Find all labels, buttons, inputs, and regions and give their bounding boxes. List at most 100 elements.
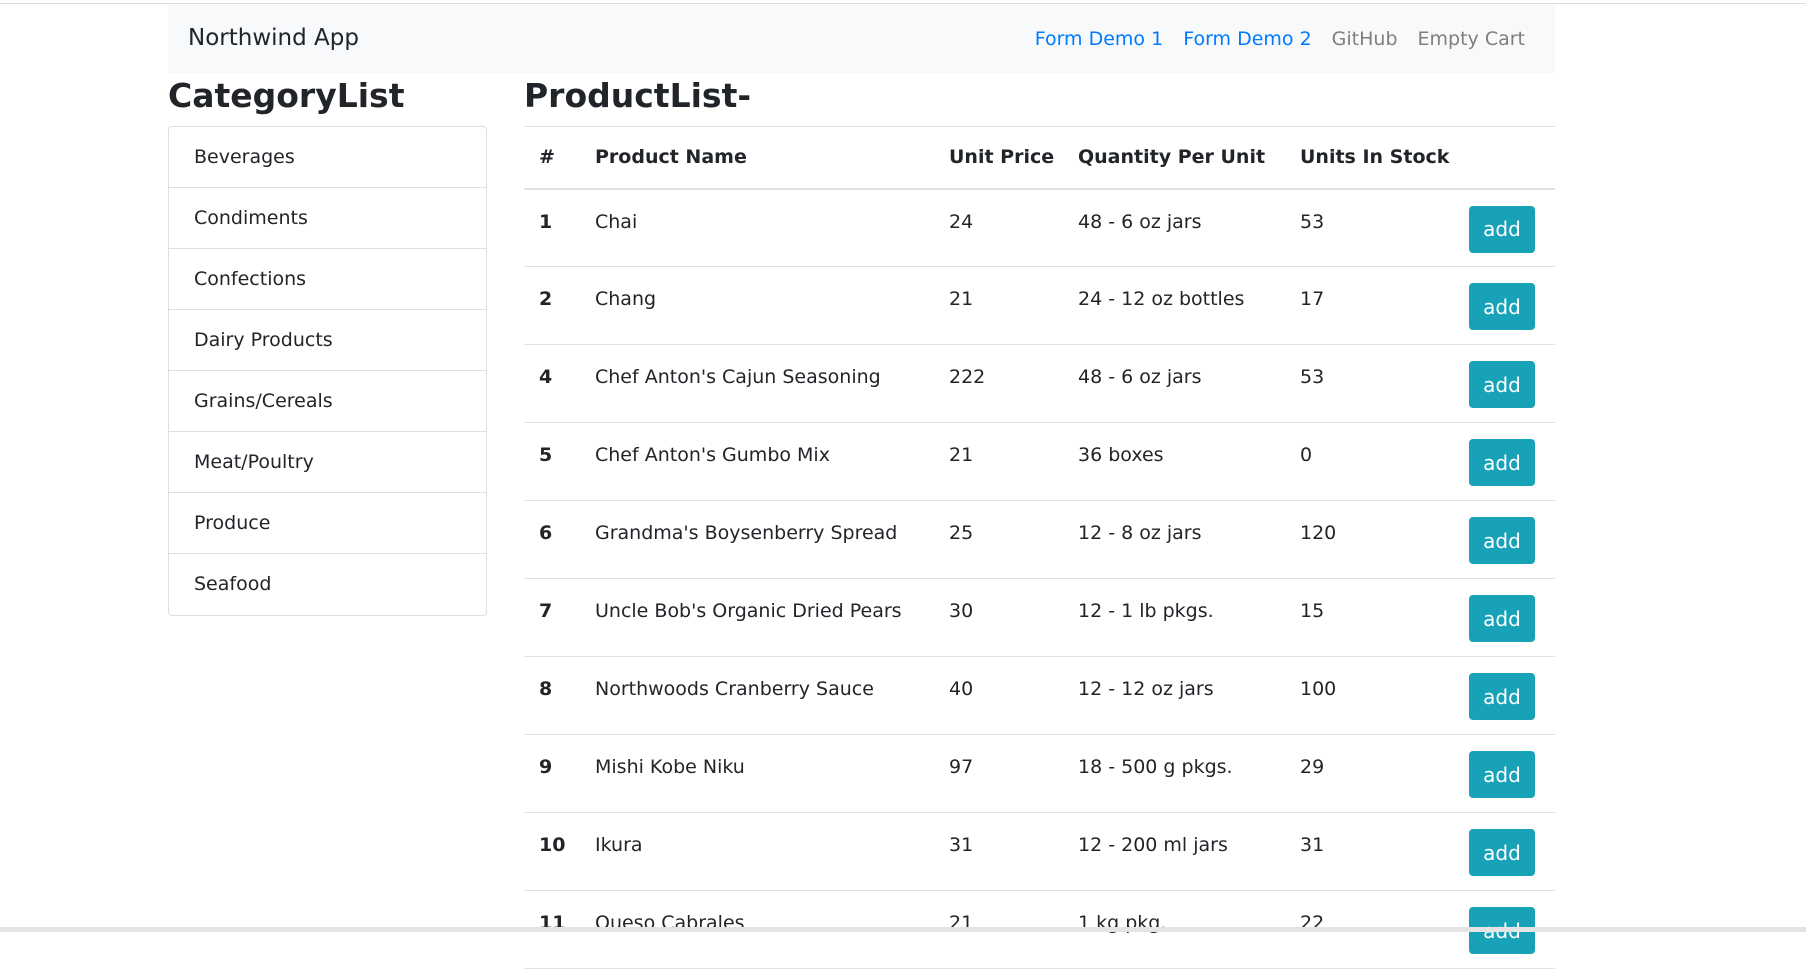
column-header-units-in-stock: Units In Stock	[1285, 126, 1450, 190]
row-unit-price: 40	[934, 656, 1063, 735]
row-actions: add	[1449, 266, 1555, 345]
category-list: Beverages Condiments Confections Dairy P…	[168, 126, 487, 616]
add-to-cart-button[interactable]: add	[1469, 283, 1535, 330]
table-row: 4 Chef Anton's Cajun Seasoning 222 48 - 6 o…	[524, 344, 1555, 423]
row-number: 10	[524, 812, 580, 891]
row-quantity-per-unit: 36 boxes	[1063, 422, 1285, 501]
row-units-in-stock: 29	[1285, 734, 1450, 813]
product-table-body: 1 Chai 24 48 - 6 oz jars 53 add 2 Chang 21 24 - 1…	[524, 188, 1555, 969]
row-product-name: Northwoods Cranberry Sauce	[580, 656, 934, 735]
table-row: 2 Chang 21 24 - 12 oz bottles 17 add	[524, 266, 1555, 345]
row-unit-price: 30	[934, 578, 1063, 657]
table-row: 1 Chai 24 48 - 6 oz jars 53 add	[524, 188, 1555, 267]
table-row: 5 Chef Anton's Gumbo Mix 21 36 boxes 0 add	[524, 422, 1555, 501]
row-actions: add	[1449, 578, 1555, 657]
row-unit-price: 222	[934, 344, 1063, 423]
row-product-name: Chef Anton's Cajun Seasoning	[580, 344, 934, 423]
table-row: 7 Uncle Bob's Organic Dried Pears 30 12 - 1…	[524, 578, 1555, 657]
row-number: 5	[524, 422, 580, 501]
category-item-confections[interactable]: Confections	[169, 249, 486, 310]
add-to-cart-button[interactable]: add	[1469, 751, 1535, 798]
nav-link-github[interactable]: GitHub	[1322, 28, 1408, 50]
table-row: 8 Northwoods Cranberry Sauce 40 12 - 12 oz …	[524, 656, 1555, 735]
row-units-in-stock: 100	[1285, 656, 1450, 735]
add-to-cart-button[interactable]: add	[1469, 205, 1535, 253]
navbar-links: Form Demo 1 Form Demo 2 GitHub Empty Car…	[1025, 28, 1535, 50]
row-units-in-stock: 53	[1285, 344, 1450, 423]
navbar-brand[interactable]: Northwind App	[188, 25, 359, 51]
row-product-name: Chef Anton's Gumbo Mix	[580, 422, 934, 501]
product-table: # Product Name Unit Price Quantity Per U…	[524, 126, 1555, 969]
row-product-name: Ikura	[580, 812, 934, 891]
row-number: 9	[524, 734, 580, 813]
row-number: 8	[524, 656, 580, 735]
row-number: 4	[524, 344, 580, 423]
add-to-cart-button[interactable]: add	[1469, 517, 1535, 564]
product-table-header: # Product Name Unit Price Quantity Per U…	[524, 126, 1555, 190]
column-header-number: #	[524, 126, 580, 190]
nav-link-form-demo-1[interactable]: Form Demo 1	[1025, 28, 1173, 50]
row-product-name: Grandma's Boysenberry Spread	[580, 500, 934, 579]
row-actions: add	[1449, 656, 1555, 735]
row-actions: add	[1449, 422, 1555, 501]
row-unit-price: 21	[934, 422, 1063, 501]
row-quantity-per-unit: 12 - 1 lb pkgs.	[1063, 578, 1285, 657]
add-to-cart-button[interactable]: add	[1469, 829, 1535, 876]
category-item-meat-poultry[interactable]: Meat/Poultry	[169, 432, 486, 493]
row-units-in-stock: 15	[1285, 578, 1450, 657]
nav-link-form-demo-2[interactable]: Form Demo 2	[1173, 28, 1321, 50]
row-unit-price: 31	[934, 812, 1063, 891]
category-item-grains-cereals[interactable]: Grains/Cereals	[169, 371, 486, 432]
table-row: 9 Mishi Kobe Niku 97 18 - 500 g pkgs. 29 add	[524, 734, 1555, 813]
row-number: 7	[524, 578, 580, 657]
category-item-beverages[interactable]: Beverages	[169, 127, 486, 188]
row-quantity-per-unit: 12 - 12 oz jars	[1063, 656, 1285, 735]
row-number: 6	[524, 500, 580, 579]
row-units-in-stock: 53	[1285, 188, 1450, 267]
row-quantity-per-unit: 12 - 200 ml jars	[1063, 812, 1285, 891]
row-actions: add	[1449, 812, 1555, 891]
header-row: # Product Name Unit Price Quantity Per U…	[524, 126, 1555, 190]
column-header-quantity-per-unit: Quantity Per Unit	[1063, 126, 1285, 190]
row-unit-price: 97	[934, 734, 1063, 813]
category-item-seafood[interactable]: Seafood	[169, 554, 486, 615]
table-row: 10 Ikura 31 12 - 200 ml jars 31 add	[524, 812, 1555, 891]
add-to-cart-button[interactable]: add	[1469, 595, 1535, 642]
add-to-cart-button[interactable]: add	[1469, 361, 1535, 408]
row-unit-price: 24	[934, 188, 1063, 267]
category-item-produce[interactable]: Produce	[169, 493, 486, 554]
category-list-title: CategoryList	[168, 76, 405, 115]
row-quantity-per-unit: 48 - 6 oz jars	[1063, 344, 1285, 423]
column-header-unit-price: Unit Price	[934, 126, 1063, 190]
category-item-condiments[interactable]: Condiments	[169, 188, 486, 249]
nav-link-empty-cart[interactable]: Empty Cart	[1408, 28, 1535, 50]
row-quantity-per-unit: 12 - 8 oz jars	[1063, 500, 1285, 579]
row-product-name: Uncle Bob's Organic Dried Pears	[580, 578, 934, 657]
row-actions: add	[1449, 734, 1555, 813]
row-unit-price: 21	[934, 266, 1063, 345]
row-product-name: Chang	[580, 266, 934, 345]
row-units-in-stock: 17	[1285, 266, 1450, 345]
column-header-actions	[1449, 126, 1555, 190]
row-units-in-stock: 0	[1285, 422, 1450, 501]
row-units-in-stock: 120	[1285, 500, 1450, 579]
row-units-in-stock: 31	[1285, 812, 1450, 891]
row-quantity-per-unit: 48 - 6 oz jars	[1063, 188, 1285, 267]
category-item-dairy-products[interactable]: Dairy Products	[169, 310, 486, 371]
row-number: 2	[524, 266, 580, 345]
column-header-product-name: Product Name	[580, 126, 934, 190]
bottom-rule	[0, 927, 1806, 932]
row-product-name: Chai	[580, 188, 934, 267]
product-list-title: ProductList-	[524, 76, 752, 115]
row-actions: add	[1449, 344, 1555, 423]
row-quantity-per-unit: 18 - 500 g pkgs.	[1063, 734, 1285, 813]
navbar: Northwind App Form Demo 1 Form Demo 2 Gi…	[168, 4, 1555, 73]
add-to-cart-button[interactable]: add	[1469, 673, 1535, 720]
row-actions: add	[1449, 500, 1555, 579]
row-unit-price: 25	[934, 500, 1063, 579]
row-number: 1	[524, 188, 580, 267]
row-quantity-per-unit: 24 - 12 oz bottles	[1063, 266, 1285, 345]
table-row: 6 Grandma's Boysenberry Spread 25 12 - 8 oz…	[524, 500, 1555, 579]
add-to-cart-button[interactable]: add	[1469, 439, 1535, 486]
row-product-name: Mishi Kobe Niku	[580, 734, 934, 813]
